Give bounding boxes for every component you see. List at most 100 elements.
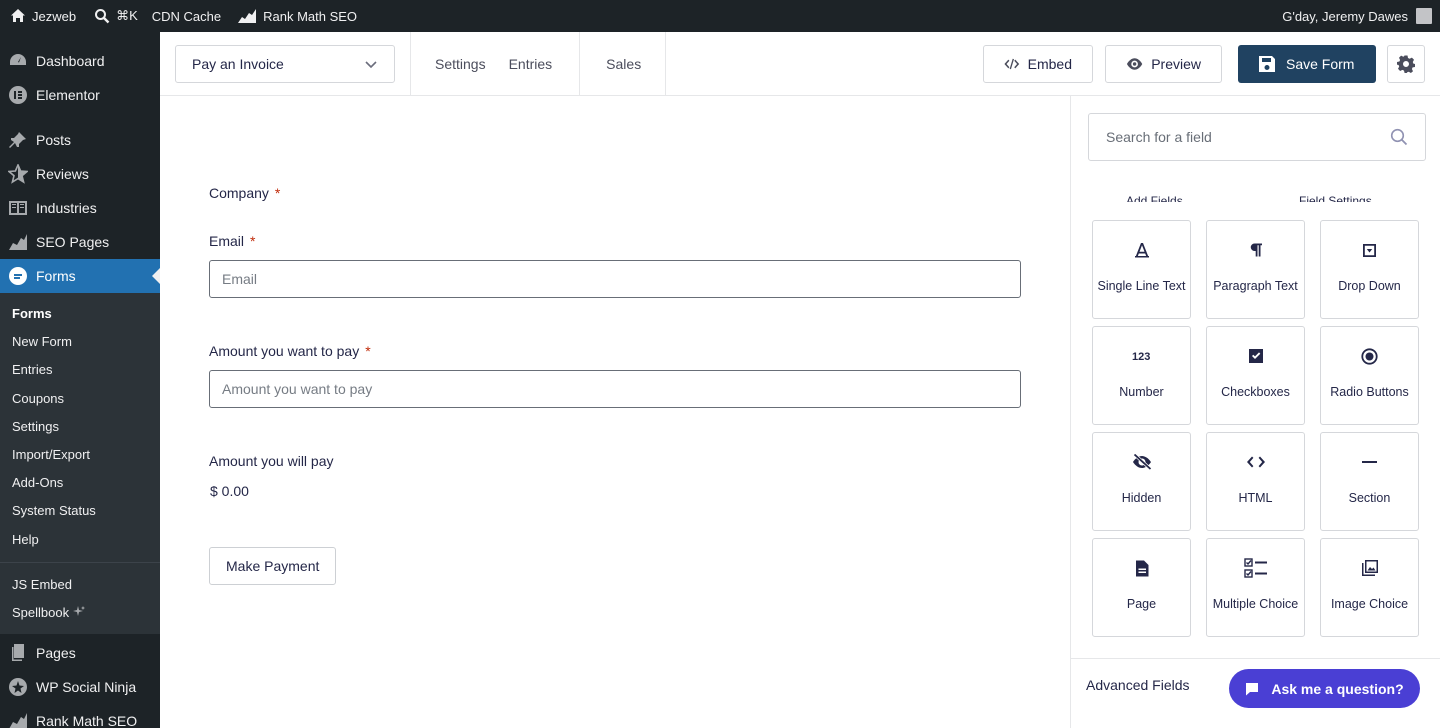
- section-icon: [1362, 461, 1377, 463]
- rank-math-icon: [9, 713, 27, 728]
- field-single-line-text[interactable]: Single Line Text: [1092, 220, 1191, 319]
- panel-divider: [1071, 658, 1440, 659]
- form-switcher-label: Pay an Invoice: [192, 55, 284, 72]
- submenu-settings[interactable]: Settings: [0, 413, 160, 441]
- field-number[interactable]: 123 Number: [1092, 326, 1191, 425]
- field-tile-label: Multiple Choice: [1212, 597, 1299, 611]
- tab-sales[interactable]: Sales: [580, 56, 665, 72]
- radio-icon: [1361, 347, 1378, 365]
- company-field-label[interactable]: Company *: [209, 185, 280, 201]
- elementor-icon: [9, 86, 27, 104]
- html-icon: [1246, 456, 1265, 468]
- submenu-import-export[interactable]: Import/Export: [0, 441, 160, 469]
- menu-dashboard-label: Dashboard: [36, 53, 105, 69]
- chevron-down-icon: [365, 60, 377, 68]
- menu-wp-social-ninja[interactable]: WP Social Ninja: [0, 670, 160, 704]
- field-multiple-choice[interactable]: Multiple Choice: [1206, 538, 1305, 637]
- paragraph-icon: [1250, 243, 1262, 257]
- tab-add-fields[interactable]: Add Fields: [1126, 194, 1183, 202]
- rank-math-icon: [238, 9, 257, 23]
- code-icon: [1004, 58, 1020, 69]
- tab-settings[interactable]: Settings: [411, 56, 498, 72]
- pin-icon: [9, 132, 26, 148]
- tab-entries[interactable]: Entries: [498, 56, 580, 72]
- field-image-choice[interactable]: Image Choice: [1320, 538, 1419, 637]
- command-search[interactable]: ⌘K: [84, 0, 146, 32]
- submenu-forms[interactable]: Forms: [0, 300, 160, 328]
- tab-field-settings[interactable]: Field Settings: [1299, 194, 1372, 202]
- field-checkboxes[interactable]: Checkboxes: [1206, 326, 1305, 425]
- field-page[interactable]: Page: [1092, 538, 1191, 637]
- field-hidden[interactable]: Hidden: [1092, 432, 1191, 531]
- gear-icon: [1397, 55, 1415, 73]
- page-icon: [1135, 560, 1148, 576]
- required-mark: *: [365, 343, 371, 359]
- hidden-icon: [1132, 454, 1152, 470]
- menu-rank-math[interactable]: Rank Math SEO: [0, 704, 160, 728]
- advanced-fields-toggle[interactable]: Advanced Fields: [1086, 677, 1190, 693]
- amount-field-label[interactable]: Amount you want to pay *: [209, 343, 371, 359]
- submenu-coupons[interactable]: Coupons: [0, 385, 160, 413]
- required-mark: *: [274, 185, 281, 201]
- command-shortcut: ⌘K: [116, 8, 138, 23]
- submenu-entries[interactable]: Entries: [0, 356, 160, 384]
- menu-forms[interactable]: Forms: [0, 259, 160, 293]
- save-form-button[interactable]: Save Form: [1238, 44, 1376, 83]
- submenu-help[interactable]: Help: [0, 526, 160, 554]
- chat-bubble-icon: [1246, 682, 1259, 695]
- cdn-cache-link[interactable]: CDN Cache: [146, 0, 229, 32]
- total-field-label[interactable]: Amount you will pay: [209, 453, 334, 469]
- spellbook-label: Spellbook: [12, 604, 70, 620]
- menu-wp-social-ninja-label: WP Social Ninja: [36, 679, 137, 696]
- menu-elementor-label: Elementor: [36, 87, 100, 103]
- site-name-link[interactable]: Jezweb: [0, 0, 84, 32]
- field-tile-label: Drop Down: [1338, 279, 1401, 293]
- menu-elementor[interactable]: Elementor: [0, 78, 160, 112]
- submenu-add-ons[interactable]: Add-Ons: [0, 469, 160, 497]
- form-settings-button[interactable]: [1387, 44, 1425, 83]
- preview-button[interactable]: Preview: [1105, 44, 1222, 83]
- save-icon: [1259, 55, 1275, 72]
- email-field[interactable]: Email: [209, 260, 1021, 298]
- ask-question-label: Ask me a question?: [1271, 680, 1404, 697]
- menu-posts[interactable]: Posts: [0, 123, 160, 157]
- menu-industries[interactable]: Industries: [0, 191, 160, 225]
- image-choice-icon: [1361, 560, 1378, 576]
- social-ninja-icon: [9, 678, 27, 697]
- rank-math-link[interactable]: Rank Math SEO: [229, 0, 365, 32]
- submenu-system-status[interactable]: System Status: [0, 497, 160, 525]
- columns-icon: [9, 201, 27, 215]
- field-radio-buttons[interactable]: Radio Buttons: [1320, 326, 1419, 425]
- number-icon: 123: [1132, 351, 1150, 362]
- field-search-input[interactable]: Search for a field: [1088, 113, 1426, 161]
- panel-tabs: Add Fields Field Settings: [1071, 194, 1440, 202]
- amount-field[interactable]: Amount you want to pay: [209, 370, 1021, 408]
- dropdown-icon: [1363, 243, 1376, 257]
- field-paragraph-text[interactable]: Paragraph Text: [1206, 220, 1305, 319]
- embed-button[interactable]: Embed: [983, 44, 1093, 83]
- ask-question-button[interactable]: Ask me a question?: [1229, 669, 1420, 708]
- submenu-js-embed[interactable]: JS Embed: [0, 571, 160, 599]
- field-html[interactable]: HTML: [1206, 432, 1305, 531]
- email-field-label[interactable]: Email *: [209, 233, 255, 249]
- submenu-new-form[interactable]: New Form: [0, 328, 160, 356]
- menu-seo-pages[interactable]: SEO Pages: [0, 225, 160, 259]
- submenu-spellbook[interactable]: Spellbook: [0, 599, 160, 627]
- menu-reviews[interactable]: Reviews: [0, 157, 160, 191]
- admin-menu: Dashboard Elementor Posts Reviews Indust…: [0, 32, 160, 728]
- menu-dashboard[interactable]: Dashboard: [0, 44, 160, 78]
- field-tile-label: Page: [1126, 597, 1157, 611]
- field-tile-label: HTML: [1238, 491, 1273, 505]
- account-menu[interactable]: G'day, Jeremy Dawes: [1282, 8, 1440, 24]
- make-payment-button[interactable]: Make Payment: [209, 547, 337, 585]
- menu-pages[interactable]: Pages: [0, 636, 160, 670]
- field-grid: Single Line Text Paragraph Text Drop Dow…: [1092, 220, 1419, 637]
- field-drop-down[interactable]: Drop Down: [1320, 220, 1419, 319]
- field-section[interactable]: Section: [1320, 432, 1419, 531]
- save-form-label: Save Form: [1286, 55, 1355, 72]
- admin-bar: Jezweb ⌘K CDN Cache Rank Math SEO G'day,…: [0, 0, 1440, 32]
- field-tile-label: Section: [1348, 491, 1391, 505]
- form-switcher[interactable]: Pay an Invoice: [175, 44, 395, 83]
- svg-text:123: 123: [1132, 351, 1150, 362]
- menu-reviews-label: Reviews: [36, 166, 89, 182]
